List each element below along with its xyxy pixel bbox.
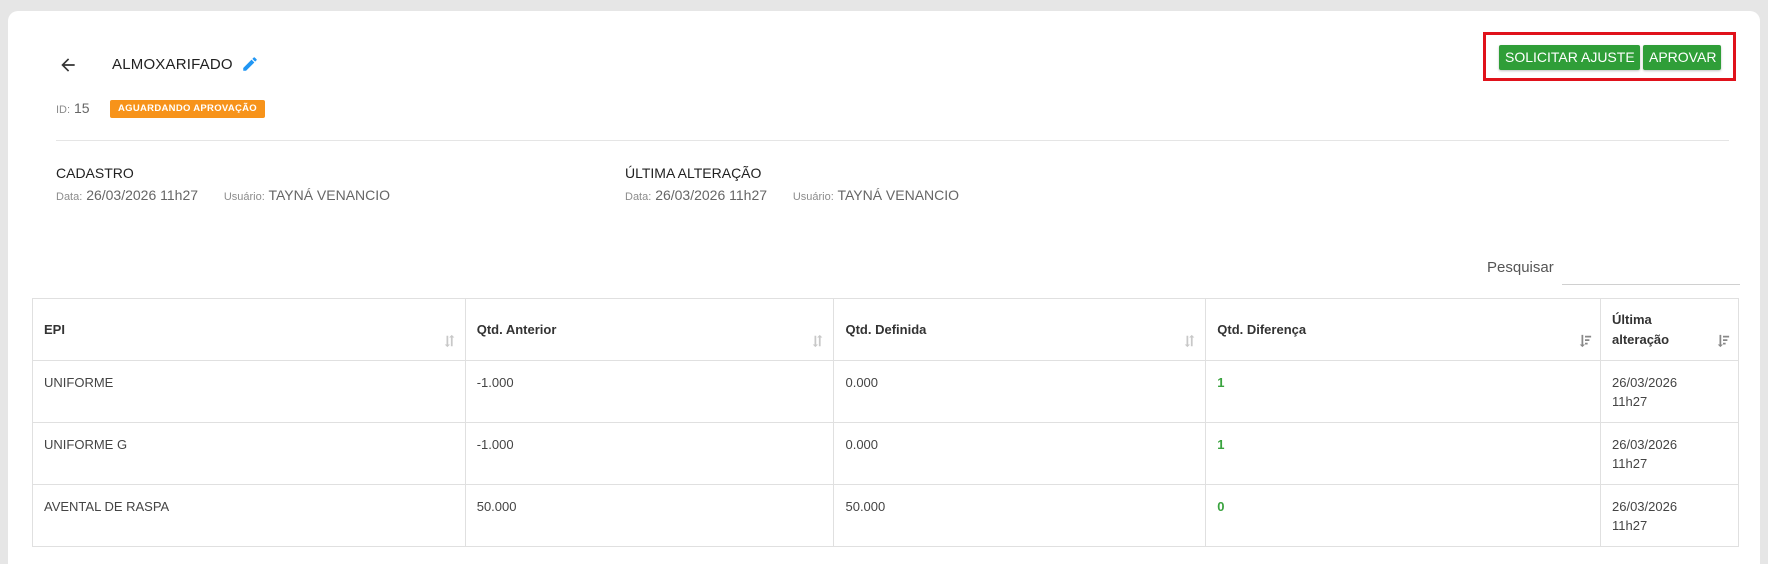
cell-qtd-diferenca: 1: [1205, 422, 1601, 485]
date-value: 26/03/2026 11h27: [655, 187, 768, 203]
cell-qtd-anterior: 50.000: [464, 484, 835, 547]
cell-date: 26/03/2026: [1612, 499, 1678, 514]
id-value: 15: [73, 100, 90, 116]
meta-line: Data: 26/03/2026 11h27 Usuário: TAYNÁ VE…: [625, 187, 959, 203]
user-label: Usuário:: [792, 191, 834, 203]
table-row[interactable]: UNIFORME G -1.000 0.000 1 26/03/2026 11h…: [32, 422, 1739, 485]
cell-qtd-diferenca: 1: [1205, 360, 1601, 423]
divider: [56, 140, 1729, 141]
date-label: Data:: [56, 191, 83, 203]
search-input[interactable]: [1562, 253, 1740, 285]
epi-table: EPI Qtd. Anterior Qtd. Definida Qtd. Dif…: [32, 298, 1739, 547]
meta-alteracao: ÚLTIMA ALTERAÇÃO Data: 26/03/2026 11h27 …: [625, 165, 959, 203]
cell-qtd-anterior: -1.000: [464, 422, 835, 485]
request-adjust-button[interactable]: SOLICITAR AJUSTE: [1499, 45, 1640, 70]
cell-ultima-alteracao: 26/03/2026 11h27: [1600, 360, 1739, 423]
cell-time: 11h27: [1612, 456, 1648, 471]
cell-date: 26/03/2026: [1612, 437, 1678, 452]
sort-unsorted-icon[interactable]: [443, 334, 457, 348]
user-value: TAYNÁ VENANCIO: [837, 187, 960, 203]
column-header-qtd-definida[interactable]: Qtd. Definida: [833, 298, 1207, 361]
sort-unsorted-icon[interactable]: [1183, 334, 1197, 348]
user-label: Usuário:: [223, 191, 265, 203]
user-value: TAYNÁ VENANCIO: [268, 187, 391, 203]
back-button[interactable]: [58, 55, 78, 75]
sort-descending-icon[interactable]: [1716, 334, 1730, 348]
cell-ultima-alteracao: 26/03/2026 11h27: [1600, 422, 1739, 485]
cell-ultima-alteracao: 26/03/2026 11h27: [1600, 484, 1739, 547]
record-id: ID: 15: [56, 100, 90, 116]
column-header-qtd-anterior[interactable]: Qtd. Anterior: [464, 298, 835, 361]
arrow-left-icon: [61, 58, 75, 72]
cell-qtd-definida: 0.000: [833, 422, 1207, 485]
sort-unsorted-icon[interactable]: [811, 334, 825, 348]
table-row[interactable]: AVENTAL DE RASPA 50.000 50.000 0 26/03/2…: [32, 484, 1739, 547]
sort-descending-icon[interactable]: [1578, 334, 1592, 348]
column-header-epi[interactable]: EPI: [32, 298, 466, 361]
cell-epi: UNIFORME G: [32, 422, 466, 485]
column-header-qtd-diferenca[interactable]: Qtd. Diferença: [1205, 298, 1601, 361]
meta-cadastro: CADASTRO Data: 26/03/2026 11h27 Usuário:…: [56, 165, 390, 203]
column-header-ultima-alteracao[interactable]: Última alteração: [1600, 298, 1739, 361]
cell-date: 26/03/2026: [1612, 375, 1678, 390]
cell-qtd-diferenca: 0: [1205, 484, 1601, 547]
cell-qtd-anterior: -1.000: [464, 360, 835, 423]
table-header-row: EPI Qtd. Anterior Qtd. Definida Qtd. Dif…: [32, 298, 1739, 361]
id-label: ID:: [56, 104, 71, 116]
cell-qtd-definida: 0.000: [833, 360, 1207, 423]
date-label: Data:: [625, 191, 652, 203]
meta-title: CADASTRO: [56, 165, 134, 181]
actions-highlight: SOLICITAR AJUSTE APROVAR: [1483, 32, 1736, 81]
pencil-icon: [243, 57, 257, 71]
cell-epi: UNIFORME: [32, 360, 466, 423]
page-title: ALMOXARIFADO: [112, 56, 233, 73]
date-value: 26/03/2026 11h27: [86, 187, 199, 203]
table-row[interactable]: UNIFORME -1.000 0.000 1 26/03/2026 11h27: [32, 360, 1739, 423]
cell-qtd-definida: 50.000: [833, 484, 1207, 547]
meta-title: ÚLTIMA ALTERAÇÃO: [625, 165, 762, 181]
meta-line: Data: 26/03/2026 11h27 Usuário: TAYNÁ VE…: [56, 187, 390, 203]
approve-button[interactable]: APROVAR: [1643, 45, 1721, 70]
edit-button[interactable]: [241, 55, 259, 73]
cell-time: 11h27: [1612, 394, 1648, 409]
status-badge: AGUARDANDO APROVAÇÃO: [110, 100, 265, 118]
cell-time: 11h27: [1612, 518, 1648, 533]
search-label: Pesquisar: [1487, 259, 1554, 276]
cell-epi: AVENTAL DE RASPA: [32, 484, 466, 547]
